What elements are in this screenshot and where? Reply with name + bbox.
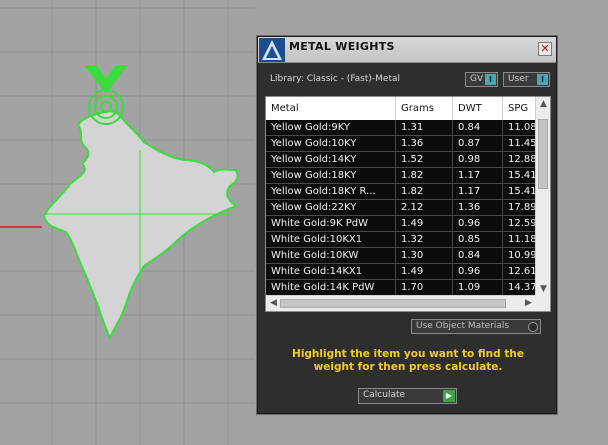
table-row[interactable]: White Gold:10KW 1.30 0.84 10.99 [266,248,536,264]
dialog-titlebar[interactable]: METAL WEIGHTS ✕ [258,37,556,63]
close-icon[interactable]: ✕ [538,42,552,56]
arrow-up-icon[interactable]: ▲ [536,99,550,109]
jewelcad-logo-icon [259,38,285,62]
table-body: Yellow Gold:9KY 1.31 0.84 11.08 Yellow Gold:… [266,120,536,296]
cell-dwt: 1.36 [453,200,503,216]
toggle-indicator-icon: I [485,74,496,85]
cell-spg: 11.18 [503,232,536,248]
cell-grams: 2.12 [396,200,453,216]
table-row[interactable]: White Gold:10KX1 1.32 0.85 11.18 [266,232,536,248]
cell-spg: 12.61 [503,264,536,280]
cell-grams: 1.32 [396,232,453,248]
cell-grams: 1.49 [396,264,453,280]
dialog-title: METAL WEIGHTS [289,40,395,53]
cell-grams: 1.30 [396,248,453,264]
arrow-right-icon[interactable]: ▶ [521,298,536,308]
vertical-scrollbar[interactable]: ▲ ▼ [535,97,550,296]
table-row[interactable]: Yellow Gold:14KY 1.52 0.98 12.88 [266,152,536,168]
radio-icon[interactable] [528,322,538,332]
gv-toggle-label: GV [470,74,484,84]
arrow-down-icon[interactable]: ▼ [536,284,550,294]
calculate-button[interactable]: Calculate ▶ [358,388,457,404]
gv-toggle[interactable]: GV I [465,72,498,87]
metal-table[interactable]: Metal Grams DWT SPG Yellow Gold:9KY 1.31 0… [265,96,551,312]
toggle-indicator-icon: I [537,74,548,85]
arrow-left-icon[interactable]: ◀ [266,298,281,308]
cell-grams: 1.82 [396,184,453,200]
cell-spg: 12.59 [503,216,536,232]
cell-metal: Yellow Gold:22KY [266,200,396,216]
cell-grams: 1.36 [396,136,453,152]
cell-dwt: 0.87 [453,136,503,152]
column-header-metal[interactable]: Metal [266,97,396,120]
column-header-grams[interactable]: Grams [396,97,453,120]
table-row[interactable]: Yellow Gold:18KY R... 1.82 1.17 15.41 [266,184,536,200]
cell-grams: 1.52 [396,152,453,168]
user-toggle-label: User [508,74,529,84]
cell-dwt: 0.84 [453,248,503,264]
table-row[interactable]: Yellow Gold:18KY 1.82 1.17 15.41 [266,168,536,184]
cell-metal: Yellow Gold:10KY [266,136,396,152]
use-object-materials-toggle[interactable]: Use Object Materials [411,319,541,334]
cell-dwt: 0.85 [453,232,503,248]
cell-spg: 10.99 [503,248,536,264]
column-header-spg[interactable]: SPG [503,97,536,120]
cell-metal: White Gold:14K PdW [266,280,396,296]
cell-metal: Yellow Gold:18KY R... [266,184,396,200]
table-row[interactable]: Yellow Gold:22KY 2.12 1.36 17.89 [266,200,536,216]
cell-grams: 1.31 [396,120,453,136]
cell-spg: 15.41 [503,168,536,184]
cell-metal: White Gold:9K PdW [266,216,396,232]
table-row[interactable]: White Gold:14KX1 1.49 0.96 12.61 [266,264,536,280]
india-pendant-shape [42,110,239,341]
table-row[interactable]: Yellow Gold:9KY 1.31 0.84 11.08 [266,120,536,136]
table-row[interactable]: White Gold:14K PdW 1.70 1.09 14.37 [266,280,536,296]
column-header-dwt[interactable]: DWT [453,97,503,120]
scroll-corner [535,295,550,311]
cell-spg: 11.45 [503,136,536,152]
cell-metal: Yellow Gold:9KY [266,120,396,136]
cell-dwt: 1.09 [453,280,503,296]
cell-dwt: 1.17 [453,168,503,184]
cell-spg: 11.08 [503,120,536,136]
use-object-materials-label: Use Object Materials [416,321,510,331]
cell-spg: 12.88 [503,152,536,168]
cell-spg: 14.37 [503,280,536,296]
cell-metal: White Gold:10KX1 [266,232,396,248]
table-row[interactable]: Yellow Gold:10KY 1.36 0.87 11.45 [266,136,536,152]
horizontal-scrollbar[interactable]: ◀ ▶ [266,295,536,311]
cell-grams: 1.82 [396,168,453,184]
cell-metal: White Gold:10KW [266,248,396,264]
cell-dwt: 0.96 [453,216,503,232]
calculate-label: Calculate [363,390,406,400]
cell-metal: Yellow Gold:18KY [266,168,396,184]
cell-metal: White Gold:14KX1 [266,264,396,280]
cell-grams: 1.49 [396,216,453,232]
cell-dwt: 1.17 [453,184,503,200]
instruction-text: Highlight the item you want to find the … [292,348,524,373]
user-toggle[interactable]: User I [503,72,550,87]
cell-grams: 1.70 [396,280,453,296]
table-header: Metal Grams DWT SPG [266,97,536,120]
cell-dwt: 0.96 [453,264,503,280]
cell-spg: 15.41 [503,184,536,200]
cell-dwt: 0.98 [453,152,503,168]
scroll-thumb[interactable] [280,299,506,308]
play-icon[interactable]: ▶ [443,390,455,402]
table-row[interactable]: White Gold:9K PdW 1.49 0.96 12.59 [266,216,536,232]
scroll-thumb[interactable] [538,119,548,189]
metal-weights-dialog: METAL WEIGHTS ✕ Library: Classic - (Fast… [257,36,557,414]
cell-dwt: 0.84 [453,120,503,136]
cell-spg: 17.89 [503,200,536,216]
cell-metal: Yellow Gold:14KY [266,152,396,168]
library-label: Library: Classic - (Fast)-Metal [270,74,401,84]
